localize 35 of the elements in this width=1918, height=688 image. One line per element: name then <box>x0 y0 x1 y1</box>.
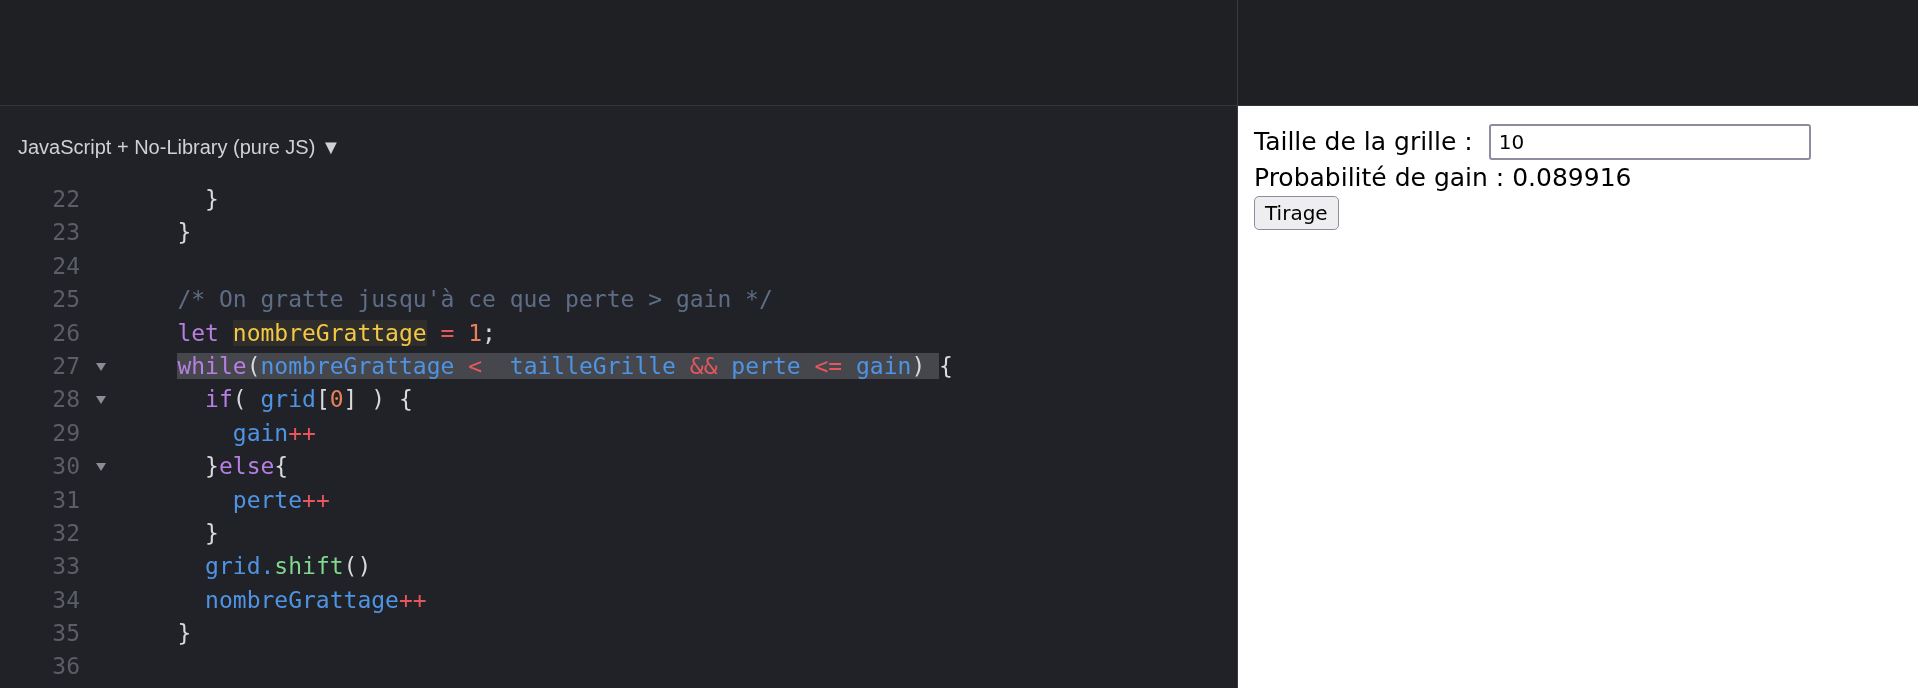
code-line: while(nombreGrattage < tailleGrille && perte <= gain) { <box>176 351 953 381</box>
code-line: } <box>176 619 192 649</box>
line-number: 26 <box>51 318 80 348</box>
code-line: perte++ <box>231 485 330 515</box>
line-number: 36 <box>51 652 80 682</box>
fold-arrow-icon[interactable] <box>96 462 106 471</box>
line-number: 24 <box>51 251 80 281</box>
code-line: if( grid[0] ) { <box>204 385 413 415</box>
line-number: 33 <box>51 552 80 582</box>
line-number: 32 <box>51 518 80 548</box>
line-number: 28 <box>51 385 80 415</box>
fold-arrow-icon[interactable] <box>96 362 106 371</box>
code-line: /* On gratte jusqu'à ce que perte > gain */ <box>176 285 773 315</box>
line-number: 34 <box>51 585 80 615</box>
language-dropdown[interactable]: JavaScript + No-Library (pure JS) ▼ <box>0 132 359 163</box>
code-line: nombreGrattage++ <box>204 585 427 615</box>
code-line: } <box>176 218 192 248</box>
code-line: } <box>204 518 219 548</box>
line-number: 35 <box>51 619 80 649</box>
line-number: 27 <box>51 351 80 381</box>
code-line: grid.shift() <box>204 552 372 582</box>
line-number: 31 <box>51 485 80 515</box>
probability-text: Probabilité de gain : 0.089916 <box>1254 162 1633 194</box>
line-number: 25 <box>51 285 80 315</box>
line-number: 23 <box>51 218 80 248</box>
line-number: 30 <box>51 452 80 482</box>
code-line: } <box>204 185 219 214</box>
code-line: gain++ <box>231 418 316 448</box>
code-line: }else{ <box>204 452 289 482</box>
line-number: 22 <box>51 185 80 214</box>
draw-button[interactable]: Tirage <box>1254 196 1339 230</box>
fold-arrow-icon[interactable] <box>96 396 106 405</box>
grid-size-field[interactable]: 10 <box>1488 124 1811 160</box>
line-number: 29 <box>51 418 80 448</box>
grid-size-label: Taille de la grille : <box>1254 126 1473 158</box>
